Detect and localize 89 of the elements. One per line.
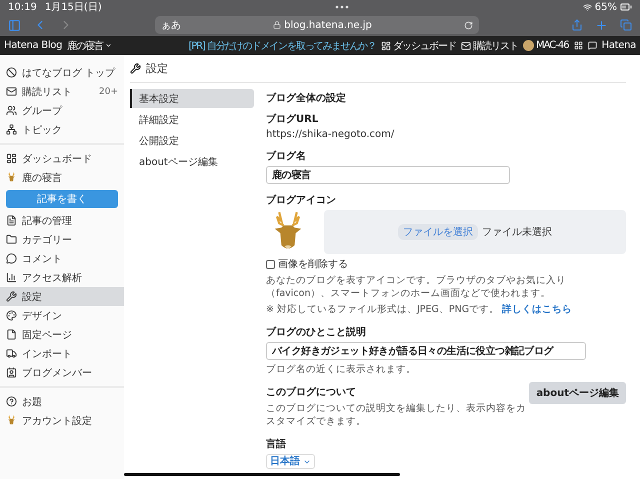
sidebar-icon <box>6 67 17 78</box>
help-text: あなたのブログを表すアイコンです。ブラウザのタブやお気に入り（favicon）、スマートフォンのホーム画面などで使われます。 <box>266 274 567 300</box>
sidebar-icon <box>6 272 17 283</box>
sidebar-item[interactable]: コメント <box>0 249 124 268</box>
file-status: ファイル未選択 <box>482 226 552 239</box>
sidebar-icon <box>6 105 17 116</box>
settings-tab[interactable]: 詳細設定 <box>130 110 254 129</box>
sidebar-icon <box>6 367 17 378</box>
tabs-icon[interactable] <box>620 19 632 31</box>
new-tab-icon[interactable] <box>595 18 608 32</box>
sidebar-item[interactable]: ブログメンバー <box>0 363 124 382</box>
header-link[interactable]: 購読リスト <box>461 38 518 52</box>
sidebar-item[interactable]: はてなブログ トップ <box>0 63 124 82</box>
hatena-logo[interactable]: Hatena <box>602 40 636 51</box>
sidebar-icon <box>6 234 17 245</box>
checkbox-label: 画像を削除する <box>278 258 348 271</box>
sidebar-item[interactable]: インポート <box>0 344 124 363</box>
sidebar-item[interactable]: グループ <box>0 101 124 120</box>
sidebar-item[interactable]: お題 <box>0 392 124 411</box>
field-label: このブログについて <box>266 386 357 399</box>
message-icon[interactable] <box>588 41 597 50</box>
avatar-icon <box>523 40 534 51</box>
count-label: 20+ <box>99 86 118 96</box>
sidebar-icon <box>6 310 17 321</box>
page-title: 設定 <box>146 61 168 76</box>
header-link[interactable]: ダッシュボード <box>381 38 456 52</box>
help-text: このブログについての説明文を編集したり、表示内容をカスタマイズできます。 <box>266 402 527 428</box>
mail-icon <box>461 40 471 50</box>
field-label: ブログアイコン <box>266 194 337 207</box>
help-text: ブログ名の近くに表示されます。 <box>266 363 417 376</box>
sidebar-icon <box>6 86 17 97</box>
language-select[interactable]: 日本語 <box>266 454 315 469</box>
address-bar[interactable]: ぁあ blog.hatena.ne.jp <box>155 16 479 34</box>
file-drop-area[interactable]: ファイルを選択 ファイル未選択 <box>324 210 626 254</box>
sidebar-item[interactable]: デザイン <box>0 306 124 325</box>
details-link[interactable]: 詳しくはこちら <box>502 304 572 315</box>
sidebar-item[interactable]: アクセス解析 <box>0 268 124 287</box>
sidebar-icon <box>6 396 17 407</box>
sidebar-item[interactable]: 記事の管理 <box>0 211 124 230</box>
status-date: 1月15日(日) <box>44 1 102 14</box>
sidebar-item[interactable]: アカウント設定 <box>0 411 124 430</box>
text-size-button[interactable]: ぁあ <box>161 18 181 32</box>
sidebar-item[interactable]: 購読リスト 20+ <box>0 82 124 101</box>
apps-menu-icon[interactable] <box>574 41 583 50</box>
format-note: ※ 対応しているファイル形式は、JPEG、PNGです。 詳しくはこちら <box>266 303 574 316</box>
field-label: ブログ名 <box>266 150 307 163</box>
reload-icon[interactable] <box>464 20 473 30</box>
field-label: 言語 <box>266 437 287 451</box>
battery-level: 65% <box>594 2 617 12</box>
blog-name-field[interactable]: 鹿の寝言 <box>266 166 510 184</box>
sidebar-item[interactable]: トピック <box>0 120 124 139</box>
lock-icon <box>273 21 282 29</box>
sidebar-icon <box>6 348 17 359</box>
sidebar-icon <box>6 124 17 135</box>
wifi-icon <box>582 2 592 12</box>
sidebar-item[interactable]: 固定ページ <box>0 325 124 344</box>
deer-icon <box>6 415 17 426</box>
sidebar-item[interactable]: 設定 <box>0 287 124 306</box>
field-label: ブログURL <box>266 112 320 126</box>
deer-icon <box>6 172 17 183</box>
sidebar-icon <box>6 329 17 340</box>
delete-image-checkbox[interactable] <box>266 260 275 268</box>
status-time: 10:19 <box>8 2 37 12</box>
blog-url: https://shika-negoto.com/ <box>266 129 396 140</box>
sidebar-icon <box>6 215 17 226</box>
user-menu[interactable]: MAC-46 <box>523 40 569 51</box>
blog-menu[interactable]: 鹿の寝言 <box>67 38 112 52</box>
url-text: blog.hatena.ne.jp <box>284 20 372 30</box>
sidebar-icon <box>6 253 17 264</box>
wrench-icon <box>130 63 141 74</box>
sidebar-icon <box>6 153 17 164</box>
sidebar-item[interactable]: カテゴリー <box>0 230 124 249</box>
section-title: ブログ全体の設定 <box>266 91 347 105</box>
about-edit-button[interactable]: aboutページ編集 <box>529 382 626 404</box>
sidebar-item[interactable]: ダッシュボード <box>0 149 124 168</box>
settings-tab[interactable]: aboutページ編集 <box>130 152 254 171</box>
sidebar-icon <box>6 291 17 302</box>
dashboard-icon <box>381 40 391 50</box>
settings-tab[interactable]: 公開設定 <box>130 131 254 150</box>
battery-icon <box>620 1 632 13</box>
caret-icon <box>105 42 112 49</box>
settings-tab[interactable]: 基本設定 <box>130 89 254 108</box>
share-icon[interactable] <box>571 19 583 31</box>
sidebar-item[interactable]: 鹿の寝言 <box>0 168 124 187</box>
sidebar-toggle-icon[interactable] <box>8 18 21 32</box>
more-icon[interactable] <box>334 5 350 9</box>
field-label: ブログのひとこと説明 <box>266 326 367 339</box>
hatena-blog-logo[interactable]: Hatena Blog <box>4 40 62 51</box>
promo-link[interactable]: [PR] 自分だけのドメインを取ってみませんか？ <box>188 38 376 52</box>
